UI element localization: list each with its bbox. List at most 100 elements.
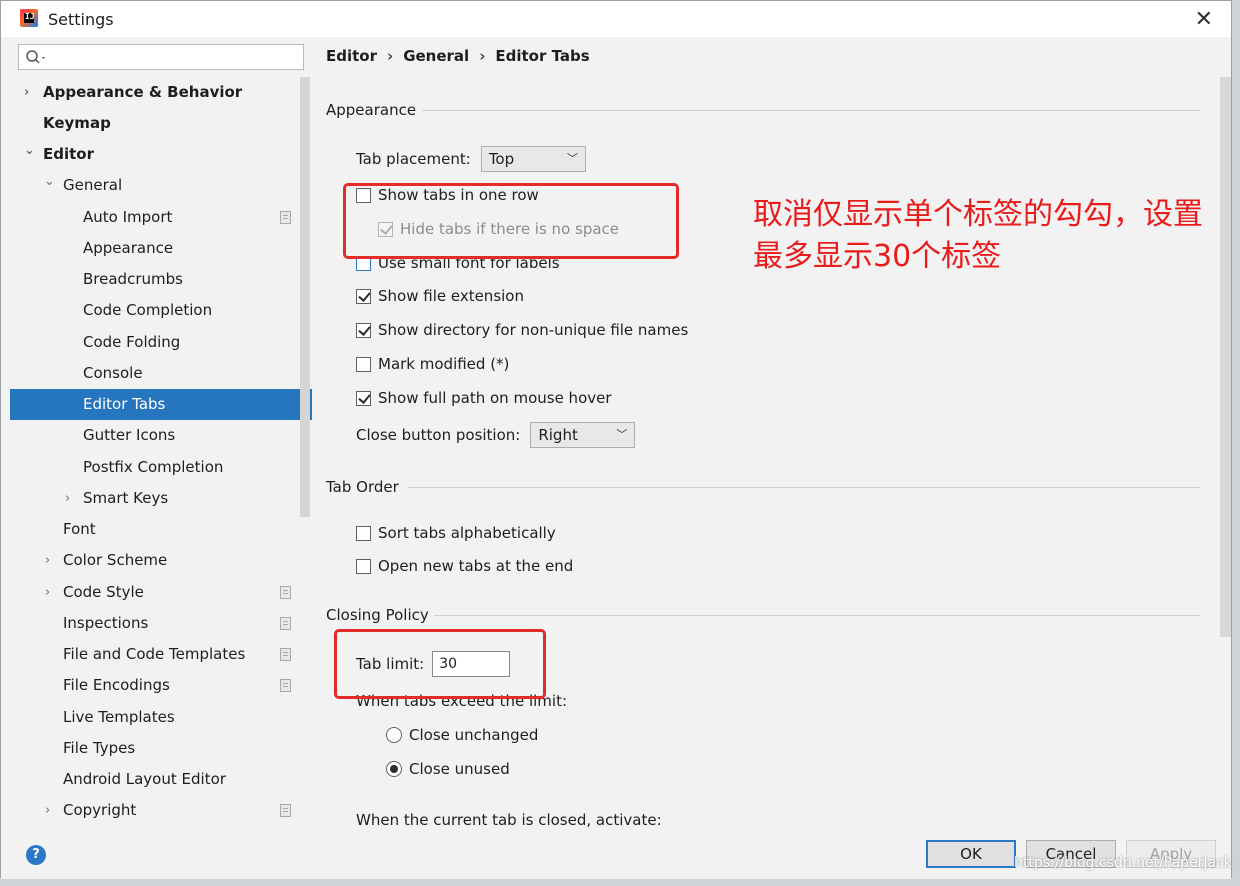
checkbox[interactable] [356,356,371,372]
tree-item-label: Appearance [83,239,174,257]
tree-item-label: Code Folding [83,333,181,351]
tree-item-font[interactable]: Font [10,514,312,545]
full-path-checkbox[interactable]: Show full path on mouse hover [356,389,612,407]
project-settings-icon [280,211,291,224]
tree-item-auto-import[interactable]: Auto Import [10,202,312,233]
tree-item-general[interactable]: ⌄ General [10,170,312,201]
divider [422,110,1200,111]
breadcrumb-item[interactable]: General [403,47,469,65]
tree-item-keymap[interactable]: Keymap [10,108,312,139]
settings-window: IJ Settings ✕ › Appearance & Behavior Key… [0,0,1232,879]
tree-item-editor-tabs[interactable]: Editor Tabs [10,389,312,420]
annotation-text: 取消仅显示单个标签的勾勾，设置最多显示30个标签 [753,197,1203,274]
chevron-right-icon[interactable]: › [65,483,70,514]
content-scrollbar[interactable] [1220,77,1231,637]
chevron-right-icon[interactable]: › [45,545,50,576]
open-tabs-end-checkbox[interactable]: Open new tabs at the end [356,557,573,575]
title-bar: IJ Settings ✕ [1,1,1231,37]
show-extension-checkbox[interactable]: Show file extension [356,287,524,305]
checkbox-label: Mark modified (*) [378,355,510,373]
show-directory-checkbox[interactable]: Show directory for non-unique file names [356,321,688,339]
close-unchanged-radio[interactable]: Close unchanged [386,726,538,744]
chevron-down-icon[interactable]: ⌄ [44,166,55,197]
section-closing-policy-title: Closing Policy [326,606,429,624]
tree-item-label: Appearance & Behavior [43,83,243,101]
close-unused-radio[interactable]: Close unused [386,760,510,778]
tree-item-code-folding[interactable]: Code Folding [10,327,312,358]
tree-item-breadcrumbs[interactable]: Breadcrumbs [10,264,312,295]
chevron-down-icon[interactable]: ⌄ [24,135,35,166]
breadcrumb-separator: › [387,47,394,65]
tree-item-label: Console [83,364,143,382]
tree-item-file-code-templates[interactable]: File and Code Templates [10,639,312,670]
window-title: Settings [48,10,114,29]
editor-tabs-panel: Editor › General › Editor Tabs Appearance Ta… [312,37,1220,827]
radio-button[interactable] [386,761,402,777]
tree-item-label: Gutter Icons [83,426,176,444]
help-icon[interactable]: ? [26,845,46,865]
radio-button[interactable] [386,727,402,743]
checkbox-label: Show directory for non-unique file names [378,321,689,339]
sort-tabs-checkbox[interactable]: Sort tabs alphabetically [356,524,556,542]
watermark: https://blog.csdn.net/PaperJack [1014,855,1232,871]
sidebar-scrollbar[interactable] [300,77,310,517]
project-settings-icon [280,679,291,692]
checkbox-label: Open new tabs at the end [378,557,574,575]
breadcrumb-separator: › [479,47,486,65]
tree-item-color-scheme[interactable]: › Color Scheme [10,545,312,576]
tree-item-label: Postfix Completion [83,458,224,476]
close-icon[interactable]: ✕ [1195,7,1213,32]
chevron-down-icon: ﹀ [566,152,578,165]
intellij-app-icon: IJ [20,9,38,27]
tab-placement-select[interactable]: Top ﹀ [480,146,586,172]
tree-item-editor[interactable]: ⌄ Editor [10,139,312,170]
annotation-box [343,183,679,259]
tree-item-label: Code Completion [83,301,213,319]
tree-item-code-completion[interactable]: Code Completion [10,295,312,326]
tree-item-file-types[interactable]: File Types [10,733,312,764]
ok-button[interactable]: OK [926,840,1016,868]
tree-item-label: Font [63,520,96,538]
tree-item-gutter-icons[interactable]: Gutter Icons [10,420,312,451]
tree-item-appearance-behavior[interactable]: › Appearance & Behavior [10,77,312,108]
tree-item-label: Color Scheme [63,551,168,569]
checkbox[interactable] [356,390,371,406]
tab-placement-row: Tab placement: Top ﹀ [356,146,586,172]
tree-item-postfix-completion[interactable]: Postfix Completion [10,452,312,483]
chevron-right-icon[interactable]: › [24,77,29,108]
dialog-button-bar: ? OK Cancel Apply [1,827,1231,879]
tree-item-code-style[interactable]: › Code Style [10,577,312,608]
tree-item-label: Keymap [43,114,111,132]
project-settings-icon [280,586,291,599]
checkbox[interactable] [356,558,371,574]
activate-on-close-label: When the current tab is closed, activate… [356,811,662,827]
close-button-position-select[interactable]: Right ﹀ [530,422,636,448]
breadcrumb-item[interactable]: Editor [326,47,377,65]
tree-item-copyright[interactable]: › Copyright [10,795,312,826]
tree-item-smart-keys[interactable]: › Smart Keys [10,483,312,514]
tree-item-appearance[interactable]: Appearance [10,233,312,264]
chevron-right-icon[interactable]: › [45,577,50,608]
search-input[interactable] [18,44,304,70]
tab-placement-value: Top [488,150,515,168]
tree-item-label: Auto Import [83,208,173,226]
close-button-position-label: Close button position: [356,426,521,444]
checkbox[interactable] [356,525,371,541]
mark-modified-checkbox[interactable]: Mark modified (*) [356,355,509,373]
tree-item-android-layout-editor[interactable]: Android Layout Editor [10,764,312,795]
settings-sidebar: › Appearance & Behavior Keymap ⌄ Editor ⌄ G… [10,37,312,827]
tree-item-label: Breadcrumbs [83,270,183,288]
tree-item-console[interactable]: Console [10,358,312,389]
tree-item-live-templates[interactable]: Live Templates [10,702,312,733]
section-tab-order-title: Tab Order [326,478,399,496]
checkbox[interactable] [356,288,371,304]
tree-item-inspections[interactable]: Inspections [10,608,312,639]
tree-item-file-encodings[interactable]: File Encodings [10,670,312,701]
tree-item-label: Editor Tabs [83,395,166,413]
chevron-right-icon[interactable]: › [45,795,50,826]
tree-item-label: File Encodings [63,676,170,694]
checkbox[interactable] [356,322,371,338]
tree-item-label: Copyright [63,801,137,819]
divider [408,487,1200,488]
search-icon [26,50,45,64]
